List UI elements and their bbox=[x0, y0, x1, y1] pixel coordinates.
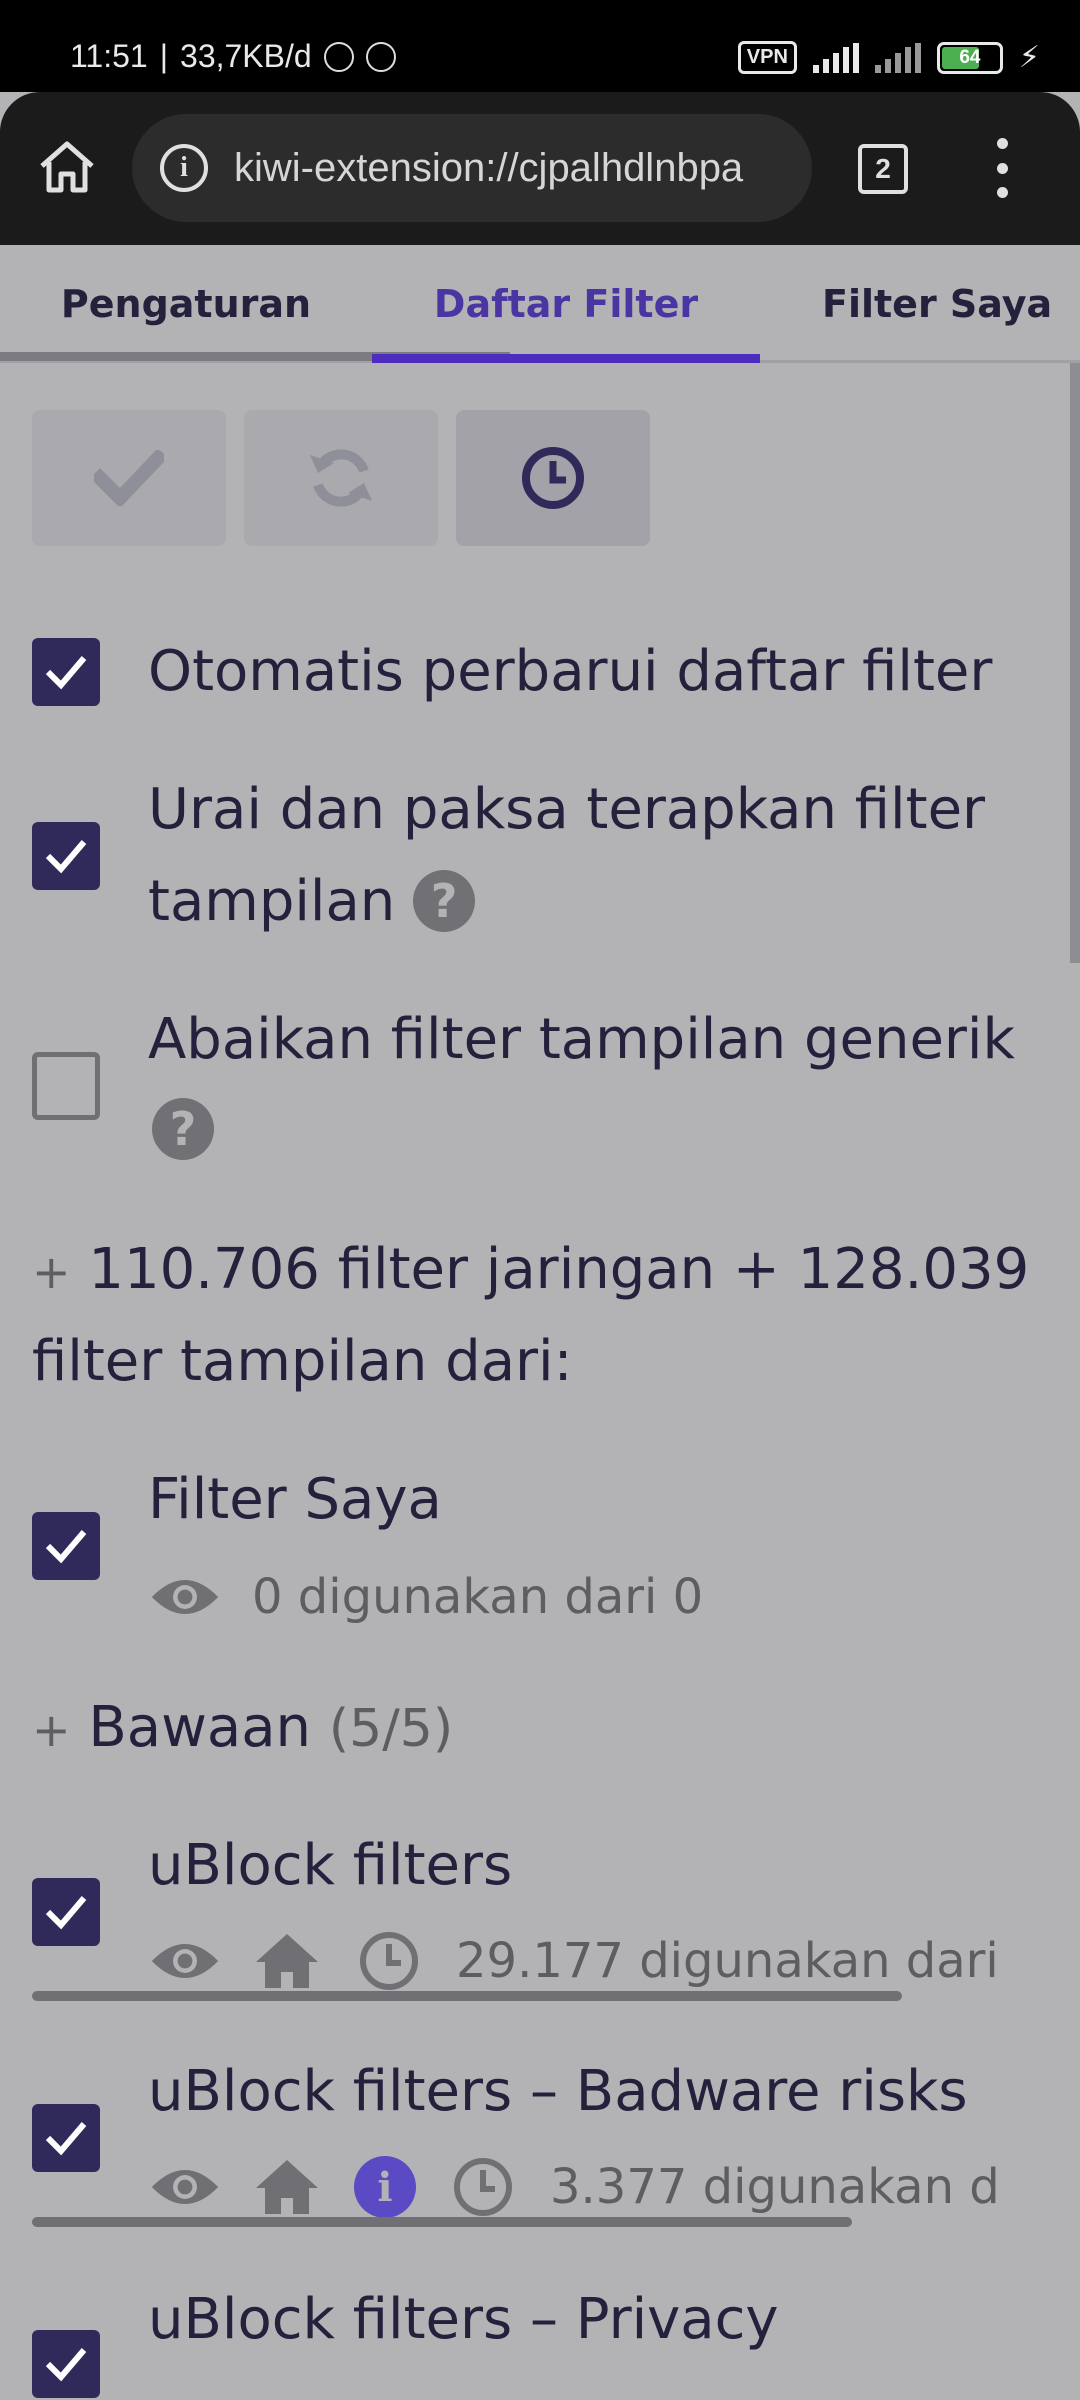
active-tab-indicator bbox=[372, 354, 760, 363]
page-scrollbar[interactable] bbox=[1070, 363, 1080, 963]
browser-menu-icon[interactable] bbox=[990, 138, 1014, 198]
tab-settings[interactable]: Pengaturan bbox=[0, 245, 372, 363]
ssh-icon bbox=[323, 41, 354, 72]
filter-list-progress bbox=[32, 2217, 852, 2227]
eye-icon[interactable] bbox=[150, 1930, 220, 1992]
site-info-icon[interactable]: i bbox=[160, 144, 208, 192]
eye-icon[interactable] bbox=[150, 2156, 220, 2218]
signal-4g-icon bbox=[812, 42, 859, 73]
my-filters-usage: 0 digunakan dari 0 bbox=[252, 1569, 704, 1625]
clock-icon[interactable] bbox=[448, 2156, 518, 2218]
status-data-rate: 33,7KB/d bbox=[180, 38, 312, 74]
default-group-header[interactable]: + Bawaan (5/5) bbox=[32, 1682, 453, 1776]
battery-level: 64 bbox=[959, 46, 981, 68]
browser-toolbar: i kiwi-extension://cjpalhdlnbpa 2 bbox=[0, 92, 1080, 245]
info-icon[interactable]: i bbox=[354, 2156, 416, 2218]
vpn-badge: VPN bbox=[737, 41, 797, 74]
refresh-icon bbox=[310, 449, 372, 507]
rev-icon bbox=[365, 41, 396, 72]
update-now-button[interactable] bbox=[244, 410, 438, 546]
parse-cosmetic-checkbox[interactable] bbox=[32, 822, 100, 890]
status-right: VPN 64 ⚡ bbox=[737, 40, 1040, 75]
tab-bar: Pengaturan Daftar Filter Filter Saya bbox=[0, 245, 1080, 363]
filter-list-usage: 29.177 digunakan dari bbox=[456, 1933, 999, 1989]
filter-list-progress bbox=[32, 1991, 902, 2001]
home-icon[interactable] bbox=[252, 1930, 322, 1992]
status-bar: 11:51 | 33,7KB/d VPN 64 ⚡ bbox=[0, 0, 1080, 92]
tab-filter-lists[interactable]: Daftar Filter bbox=[372, 245, 760, 363]
home-icon[interactable] bbox=[252, 2156, 322, 2218]
plus-icon: + bbox=[32, 1245, 71, 1299]
apply-changes-button[interactable] bbox=[32, 410, 226, 546]
filter-summary-line2: filter tampilan dari: bbox=[32, 1329, 573, 1394]
auto-update-checkbox[interactable] bbox=[32, 638, 100, 706]
check-icon bbox=[94, 450, 164, 506]
tab-switcher-button[interactable]: 2 bbox=[858, 144, 908, 194]
clock-icon bbox=[522, 447, 584, 509]
purge-cache-button[interactable] bbox=[456, 410, 650, 546]
filter-list-usage: 3.377 digunakan d bbox=[550, 2159, 1000, 2215]
charging-icon: ⚡ bbox=[1018, 40, 1040, 75]
privacy-filters-checkbox[interactable] bbox=[32, 2330, 100, 2398]
expand-icon[interactable]: + bbox=[32, 1703, 71, 1757]
url-bar[interactable]: i kiwi-extension://cjpalhdlnbpa bbox=[132, 114, 812, 222]
clock-icon[interactable] bbox=[354, 1930, 424, 1992]
my-filters-name[interactable]: Filter Saya bbox=[148, 1454, 442, 1546]
filter-list-meta: i 3.377 digunakan d bbox=[150, 2156, 1000, 2218]
battery-icon: 64 bbox=[936, 41, 1003, 74]
eye-icon[interactable] bbox=[150, 1566, 220, 1628]
ignore-generic-label: Abaikan filter tampilan generik bbox=[148, 1007, 1015, 1072]
parse-cosmetic-label-line1: Urai dan paksa terapkan filter bbox=[148, 777, 986, 842]
my-filters-checkbox[interactable] bbox=[32, 1512, 100, 1580]
signal-icon bbox=[874, 42, 921, 73]
help-icon[interactable]: ? bbox=[152, 1098, 214, 1160]
help-icon[interactable]: ? bbox=[413, 869, 476, 932]
url-text[interactable]: kiwi-extension://cjpalhdlnbpa bbox=[234, 146, 743, 191]
home-icon[interactable] bbox=[36, 136, 98, 198]
filter-list-meta: 29.177 digunakan dari bbox=[150, 1930, 999, 1992]
filter-list-name[interactable]: uBlock filters – Privacy bbox=[148, 2274, 779, 2366]
status-time: 11:51 bbox=[70, 38, 148, 74]
status-left: 11:51 | 33,7KB/d bbox=[70, 38, 396, 75]
filter-list-name[interactable]: uBlock filters – Badware risks bbox=[148, 2046, 968, 2138]
badware-filters-checkbox[interactable] bbox=[32, 2104, 100, 2172]
auto-update-label: Otomatis perbarui daftar filter bbox=[148, 639, 993, 704]
my-filters-meta: 0 digunakan dari 0 bbox=[150, 1566, 703, 1628]
filter-summary-line1: + 110.706 filter jaringan + 128.039 bbox=[32, 1237, 1030, 1302]
ignore-generic-checkbox[interactable] bbox=[32, 1052, 100, 1120]
tab-my-filters[interactable]: Filter Saya bbox=[760, 245, 1080, 363]
parse-cosmetic-label-line2: tampilan ? bbox=[148, 856, 476, 948]
filter-list-name[interactable]: uBlock filters bbox=[148, 1820, 512, 1912]
ublock-filters-checkbox[interactable] bbox=[32, 1878, 100, 1946]
